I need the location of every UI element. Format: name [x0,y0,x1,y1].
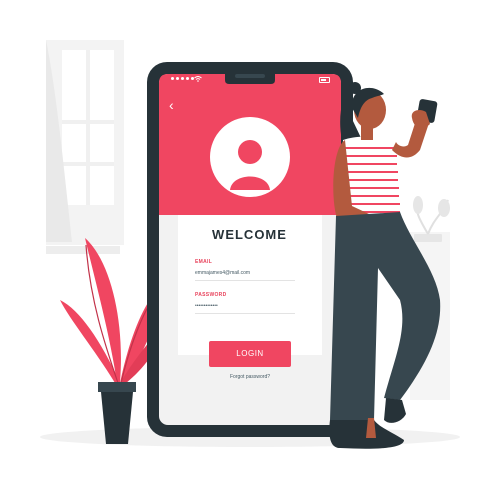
battery-icon [319,77,330,83]
wifi-icon [194,76,202,82]
login-card: WELCOME EMAIL emmajames4@mail.com PASSWO… [178,215,321,355]
email-field[interactable]: emmajames4@mail.com [195,269,297,278]
back-arrow-icon[interactable]: ‹ [169,98,181,112]
login-screen: ‹ WELCOME EMAIL emmajames4@mail.com PASS… [159,74,341,425]
email-label: EMAIL [195,259,213,265]
signal-dots-icon [171,77,194,80]
welcome-title: WELCOME [212,227,287,242]
forgot-password-link[interactable]: Forgot password? [199,374,301,380]
status-bar [159,74,341,86]
email-underline [195,280,295,281]
window [46,40,124,254]
password-underline [195,313,295,314]
password-field[interactable]: ••••••••••••• [195,302,297,311]
login-button[interactable]: LOGIN [209,341,291,367]
password-label: PASSWORD [195,292,227,298]
